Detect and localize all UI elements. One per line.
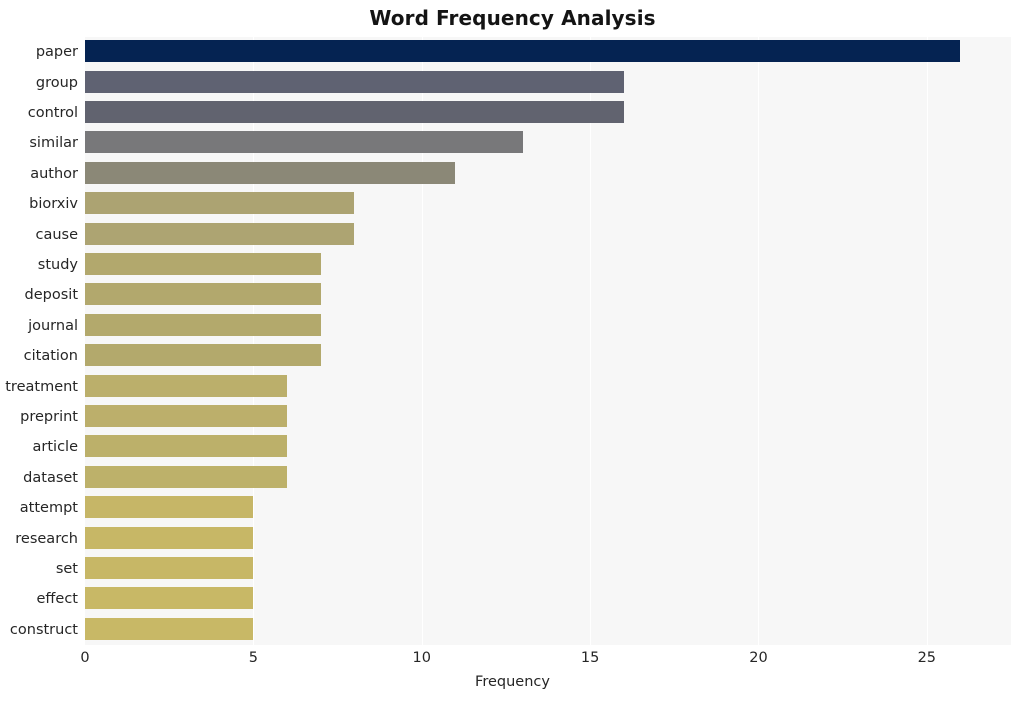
y-tick-label-biorxiv: biorxiv	[29, 196, 78, 213]
bar-row	[85, 554, 1011, 584]
bar-row	[85, 615, 1011, 645]
y-tick-label-group: group	[35, 74, 78, 91]
y-tick-label-set: set	[55, 561, 78, 577]
bar-deposit[interactable]	[85, 283, 321, 306]
y-tick-label-journal: journal	[28, 317, 78, 334]
y-tick-label-citation: citation	[23, 348, 78, 365]
bar-row	[85, 493, 1011, 523]
plot-area	[85, 37, 1011, 645]
bar-study[interactable]	[85, 252, 321, 275]
bar-row	[85, 250, 1011, 280]
y-tick-label-study: study	[37, 257, 78, 273]
bar-row	[85, 159, 1011, 189]
bar-row	[85, 584, 1011, 614]
bar-cause[interactable]	[85, 222, 355, 245]
x-tick-label-20: 20	[749, 650, 768, 666]
bar-treatment[interactable]	[85, 374, 288, 397]
bar-row	[85, 432, 1011, 462]
x-axis-title: Frequency	[475, 674, 550, 690]
bar-row	[85, 311, 1011, 341]
bar-attempt[interactable]	[85, 496, 254, 519]
y-tick-label-deposit: deposit	[24, 287, 78, 304]
bar-row	[85, 219, 1011, 249]
y-tick-label-construct: construct	[9, 621, 78, 638]
bar-row	[85, 280, 1011, 310]
bars-container	[85, 37, 1011, 645]
x-axis-ticks: 0 5 10 15 20 25	[80, 645, 1011, 675]
bar-author[interactable]	[85, 161, 456, 184]
y-tick-label-similar: similar	[29, 135, 78, 152]
y-tick-label-article: article	[32, 439, 78, 456]
bar-row	[85, 128, 1011, 158]
x-tick-label-15: 15	[580, 650, 600, 666]
word-frequency-bar-chart: Word Frequency Analysis paper group contro…	[0, 0, 1025, 701]
bar-row	[85, 37, 1011, 67]
bar-article[interactable]	[85, 435, 288, 458]
x-tick-label-0: 0	[80, 650, 90, 666]
y-tick-label-cause: cause	[35, 226, 78, 243]
y-tick-label-attempt: attempt	[19, 500, 78, 517]
bar-citation[interactable]	[85, 344, 321, 367]
x-tick-label-25: 25	[917, 650, 937, 666]
bar-row	[85, 402, 1011, 432]
chart-title: Word Frequency Analysis	[369, 6, 656, 30]
bar-effect[interactable]	[85, 587, 254, 610]
bar-row	[85, 189, 1011, 219]
bar-set[interactable]	[85, 556, 254, 579]
bar-control[interactable]	[85, 100, 624, 123]
y-axis-labels: paper group control similar author biorxiv cau…	[0, 37, 78, 645]
bar-preprint[interactable]	[85, 404, 288, 427]
y-tick-label-author: author	[30, 165, 78, 182]
bar-row	[85, 341, 1011, 371]
y-tick-label-research: research	[15, 530, 78, 547]
bar-journal[interactable]	[85, 313, 321, 336]
y-tick-label-effect: effect	[36, 591, 79, 608]
y-tick-label-treatment: treatment	[5, 378, 78, 395]
bar-row	[85, 523, 1011, 553]
bar-dataset[interactable]	[85, 465, 288, 488]
bar-group[interactable]	[85, 70, 624, 93]
bar-research[interactable]	[85, 526, 254, 549]
bar-biorxiv[interactable]	[85, 192, 355, 215]
bar-row	[85, 463, 1011, 493]
y-tick-label-paper: paper	[35, 44, 78, 61]
y-tick-label-control: control	[27, 105, 78, 121]
y-tick-label-preprint: preprint	[20, 409, 78, 425]
bar-construct[interactable]	[85, 617, 254, 640]
y-tick-label-dataset: dataset	[23, 469, 78, 486]
x-tick-label-5: 5	[248, 650, 258, 666]
bar-row	[85, 98, 1011, 128]
x-tick-label-10: 10	[412, 650, 431, 666]
bar-paper[interactable]	[85, 40, 961, 63]
bar-similar[interactable]	[85, 131, 523, 154]
bar-row	[85, 67, 1011, 97]
bar-row	[85, 371, 1011, 401]
